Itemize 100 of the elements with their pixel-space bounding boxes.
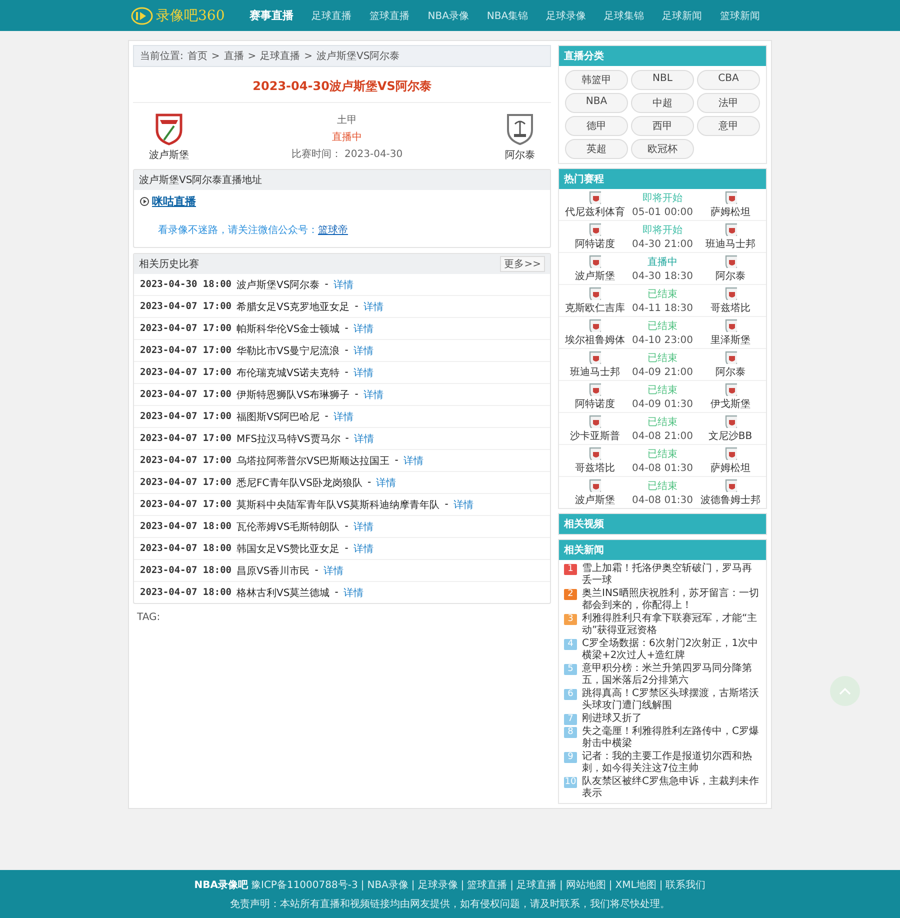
news-link[interactable]: 利雅得胜利只有拿下联赛冠军，才能“主动”获得亚冠资格 [582,613,761,637]
match-status: 已结束 [648,448,678,461]
breadcrumb-link[interactable]: 足球直播 [260,49,300,63]
nav-link[interactable]: 足球录像 [539,8,594,22]
details-link[interactable]: 详情 [376,476,396,490]
details-link[interactable]: 详情 [343,586,364,600]
footer-link[interactable]: NBA录像 [367,878,408,892]
details-link[interactable]: 详情 [353,520,374,534]
news-link[interactable]: 雪上加霜！托洛伊奥空斩破门，罗马再丢一球 [582,563,761,587]
separator: - [344,367,348,378]
details-link[interactable]: 详情 [323,564,344,578]
match-link[interactable]: 莫斯科中央陆军青年队VS莫斯科迪纳摩青年队 [236,498,440,512]
nav-link[interactable]: 篮球直播 [362,8,417,22]
details-link[interactable]: 详情 [353,344,374,358]
breadcrumb-link[interactable]: 波卢斯堡VS阿尔泰 [316,49,400,63]
category-button[interactable]: 德甲 [565,116,628,136]
category-button[interactable]: 韩篮甲 [565,70,628,90]
news-link[interactable]: 奥兰INS晒照庆祝胜利，苏牙留言：一切都会到来的，你配得上！ [582,588,761,612]
details-link[interactable]: 详情 [333,410,354,424]
match-link[interactable]: MFS拉汉马特VS贾马尔 [236,432,340,446]
category-button[interactable]: 欧冠杯 [631,139,694,159]
match-link[interactable]: 悉尼FC青年队VS卧龙岗狼队 [236,476,362,490]
category-button[interactable]: 英超 [565,139,628,159]
news-link[interactable]: C罗全场数据：6次射门2次射正，1次中横梁+2次过人+造红牌 [582,638,761,662]
match-link[interactable]: 瓦伦蒂姆VS毛斯特朗队 [236,520,340,534]
match-link[interactable]: 福图斯VS阿巴哈尼 [236,410,320,424]
footer-link[interactable]: 篮球直播 [467,878,508,892]
match-time: 2023-04-07 18:00 [140,565,232,576]
nav-link[interactable]: NBA集锦 [480,8,536,22]
category-button[interactable]: 意甲 [697,116,760,136]
news-link[interactable]: 记者：我的主要工作是报道切尔西和热刺，如今得关注这7位主帅 [582,751,761,775]
match-link[interactable]: 波卢斯堡VS阿尔泰 [236,278,320,292]
separator: | [560,880,563,890]
news-link[interactable]: 跳得真高！C罗禁区头球摆渡，古斯塔沃头球攻门遭门线解围 [582,688,761,712]
section-header: 相关视频 [559,514,766,534]
category-button[interactable]: 西甲 [631,116,694,136]
news-link[interactable]: 队友禁区被绊C罗焦急申诉，主裁判未作表示 [582,776,761,800]
nav-link[interactable]: 足球集锦 [597,8,652,22]
match-link[interactable]: 昌原VS香川市民 [236,564,310,578]
match-time: 04-09 21:00 [632,367,694,378]
match-status: 即将开始 [642,192,682,205]
account-link[interactable]: 篮球帝 [318,225,348,236]
category-button[interactable]: 中超 [631,93,694,113]
back-to-top-button[interactable] [830,676,860,706]
match-time: 2023-04-07 17:00 [140,455,232,466]
category-button[interactable]: 法甲 [697,93,760,113]
nav-link[interactable]: 足球新闻 [655,8,710,22]
more-button[interactable]: 更多>> [500,256,545,272]
category-button[interactable]: CBA [697,70,760,90]
team-name: 班迪马士邦 [705,238,756,251]
play-logo-icon [130,6,154,26]
match-link[interactable]: 韩国女足VS赞比亚女足 [236,542,340,556]
nav-link[interactable]: 足球直播 [304,8,359,22]
category-button[interactable]: NBL [631,70,694,90]
details-link[interactable]: 详情 [333,278,354,292]
match-time: 2023-04-30 [344,149,403,160]
stream-link[interactable]: 咪咕直播 [152,194,196,209]
footer-link[interactable]: XML地图 [615,878,656,892]
news-link[interactable]: 刚进球又折了 [582,713,642,725]
details-link[interactable]: 详情 [363,388,384,402]
team-name: 波卢斯堡 [149,148,189,162]
details-link[interactable]: 详情 [354,432,374,446]
breadcrumb-link[interactable]: 首页 [187,49,208,63]
rank-badge: 2 [564,589,577,600]
match-link[interactable]: 伊斯特恩狮队VS布琳狮子 [236,388,350,402]
match-link[interactable]: 布伦瑞克城VS诺夫克特 [236,366,340,380]
nav-link[interactable]: 赛事直播 [242,8,301,23]
details-link[interactable]: 详情 [353,542,374,556]
shield-icon [588,190,602,204]
match-time: 2023-04-07 17:00 [140,433,232,444]
match-link[interactable]: 华勒比市VS曼宁尼流浪 [236,344,340,358]
match-link[interactable]: 希腊女足VS克罗地亚女足 [236,300,350,314]
details-link[interactable]: 详情 [353,322,374,336]
category-button[interactable]: NBA [565,93,628,113]
separator: - [314,565,318,576]
match-link[interactable]: 帕斯科华伦VS金士顿城 [236,322,340,336]
match-link[interactable]: 乌塔拉阿蒂普尔VS巴斯顺达拉国王 [236,454,390,468]
nav-link[interactable]: NBA录像 [420,8,476,22]
news-link[interactable]: 失之毫厘！利雅得胜利左路传中，C罗爆射击中横梁 [582,726,761,750]
news-link[interactable]: 意甲积分榜：米兰升第四罗马同分降第五，国米落后2分排第六 [582,663,761,687]
team-name: 阿尔泰 [715,366,746,379]
details-link[interactable]: 详情 [403,454,424,468]
nav-link[interactable]: 篮球新闻 [713,8,768,22]
team-name: 克斯欧仁吉库 [564,302,625,315]
footer-link[interactable]: 足球录像 [418,878,458,892]
separator: - [367,477,372,488]
footer-link[interactable]: 网站地图 [566,878,606,892]
breadcrumb-link[interactable]: 直播 [224,49,244,63]
match-time: 2023-04-07 18:00 [140,521,232,532]
separator: | [360,880,364,890]
details-link[interactable]: 详情 [453,498,474,512]
details-link[interactable]: 详情 [353,366,374,380]
footer-link[interactable]: 联系我们 [666,878,706,892]
separator: - [444,499,448,510]
rank-badge: 1 [564,564,577,575]
details-link[interactable]: 详情 [363,300,384,314]
match-status: 已结束 [648,352,678,365]
footer-link[interactable]: 足球直播 [516,878,557,892]
match-link[interactable]: 格林古利VS莫兰德城 [236,586,330,600]
match-time: 05-01 00:00 [632,207,694,218]
